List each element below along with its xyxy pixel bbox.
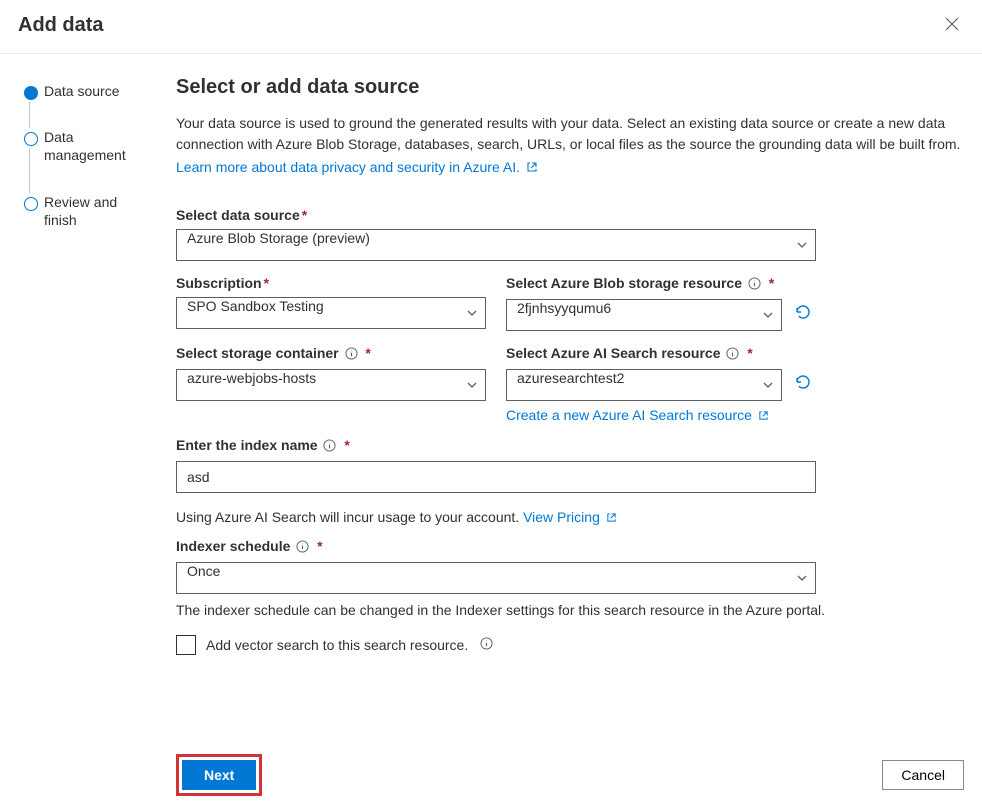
close-icon (944, 16, 960, 32)
index-name-label: Enter the index name * (176, 437, 816, 455)
info-icon[interactable] (296, 540, 309, 556)
wizard-steps: Data source Data management Review and f… (0, 54, 160, 749)
dialog-title: Add data (18, 14, 104, 37)
storage-container-select[interactable]: azure-webjobs-hosts (176, 369, 486, 401)
info-icon[interactable] (323, 439, 336, 455)
cancel-button[interactable]: Cancel (882, 760, 964, 790)
next-button[interactable]: Next (182, 760, 256, 790)
data-source-select[interactable]: Azure Blob Storage (preview) (176, 229, 816, 261)
blob-resource-label: Select Azure Blob storage resource * (506, 275, 816, 293)
privacy-link[interactable]: Learn more about data privacy and securi… (176, 159, 538, 175)
indexer-schedule-helper: The indexer schedule can be changed in t… (176, 600, 966, 621)
create-search-resource-link[interactable]: Create a new Azure AI Search resource (506, 407, 769, 423)
step-data-source[interactable]: Data source (18, 82, 152, 128)
subscription-label: Subscription* (176, 275, 486, 291)
external-link-icon (526, 161, 538, 173)
external-link-icon (758, 410, 769, 421)
info-icon[interactable] (726, 347, 739, 363)
step-data-management[interactable]: Data management (18, 128, 152, 192)
pricing-text: Using Azure AI Search will incur usage t… (176, 507, 966, 528)
external-link-icon (606, 512, 617, 523)
close-button[interactable] (940, 12, 964, 39)
step-review-finish[interactable]: Review and finish (18, 193, 152, 257)
page-description: Your data source is used to ground the g… (176, 113, 966, 155)
indexer-schedule-select[interactable]: Once (176, 562, 816, 594)
search-resource-label: Select Azure AI Search resource * (506, 345, 816, 363)
view-pricing-link[interactable]: View Pricing (523, 509, 617, 525)
storage-container-label: Select storage container * (176, 345, 486, 363)
data-source-label: Select data source* (176, 207, 816, 223)
blob-resource-select[interactable]: 2fjnhsyyqumu6 (506, 299, 782, 331)
info-icon[interactable] (480, 637, 493, 653)
vector-search-label: Add vector search to this search resourc… (206, 637, 468, 653)
info-icon[interactable] (748, 277, 761, 293)
main-content: Select or add data source Your data sour… (160, 54, 982, 749)
refresh-icon (794, 373, 812, 391)
refresh-icon (794, 303, 812, 321)
refresh-search-button[interactable] (790, 369, 816, 398)
subscription-select[interactable]: SPO Sandbox Testing (176, 297, 486, 329)
page-title: Select or add data source (176, 76, 966, 99)
next-button-highlight: Next (176, 754, 262, 796)
indexer-schedule-label: Indexer schedule * (176, 538, 816, 556)
vector-search-checkbox[interactable] (176, 635, 196, 655)
index-name-input[interactable] (176, 461, 816, 493)
search-resource-select[interactable]: azuresearchtest2 (506, 369, 782, 401)
refresh-blob-button[interactable] (790, 299, 816, 328)
info-icon[interactable] (345, 347, 358, 363)
